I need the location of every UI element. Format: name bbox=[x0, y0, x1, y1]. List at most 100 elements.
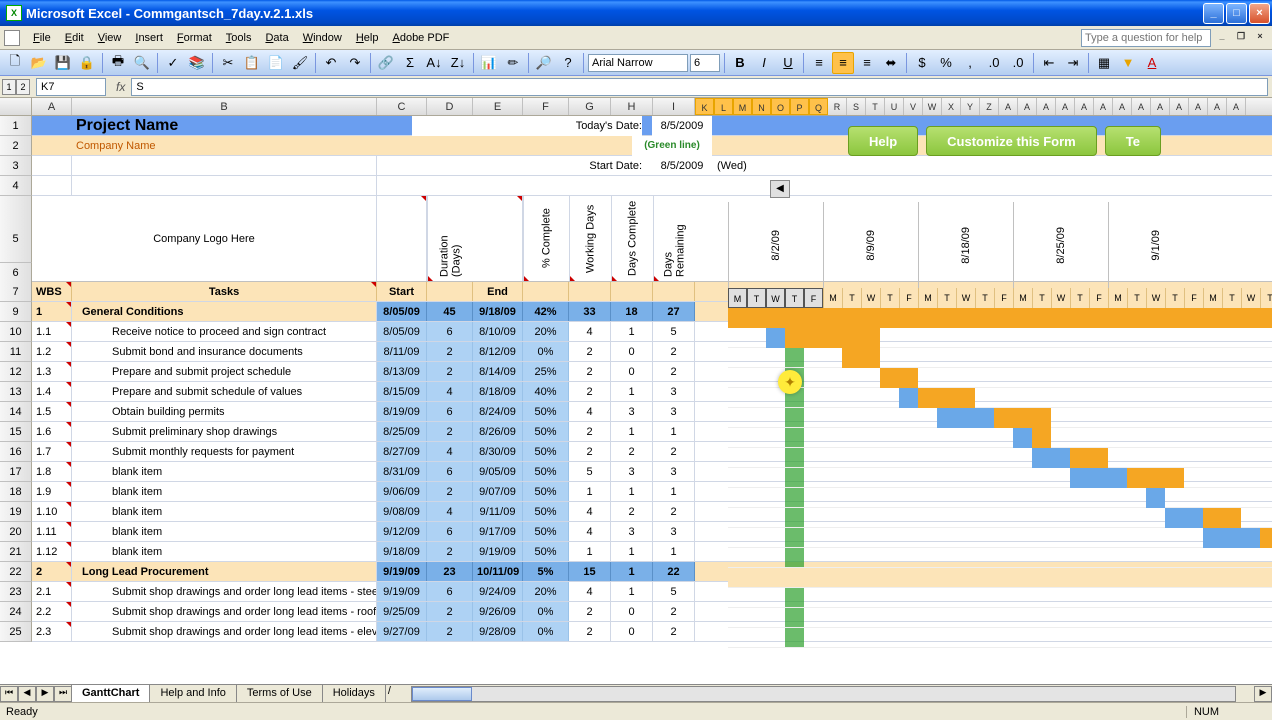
gantt-dow-cell[interactable]: M bbox=[1203, 288, 1222, 308]
gantt-dow-cell[interactable]: F bbox=[994, 288, 1013, 308]
outline-level-2[interactable]: 2 bbox=[16, 79, 30, 95]
gantt-dow-cell[interactable]: T bbox=[937, 288, 956, 308]
menu-window[interactable]: Window bbox=[296, 29, 349, 47]
col-header-C[interactable]: C bbox=[377, 98, 427, 115]
col-header-D[interactable]: D bbox=[427, 98, 473, 115]
horizontal-scrollbar[interactable] bbox=[411, 686, 1236, 702]
col-header-narrow-2[interactable]: M bbox=[733, 98, 752, 115]
col-header-I[interactable]: I bbox=[653, 98, 695, 115]
col-header-narrow-28[interactable]: A bbox=[1227, 98, 1246, 115]
redo-icon[interactable]: ↷ bbox=[344, 52, 366, 74]
underline-icon[interactable]: U bbox=[777, 52, 799, 74]
gantt-dow-cell[interactable]: F bbox=[1089, 288, 1108, 308]
col-header-E[interactable]: E bbox=[473, 98, 523, 115]
col-header-narrow-20[interactable]: A bbox=[1075, 98, 1094, 115]
row-header-9[interactable]: 9 bbox=[0, 302, 32, 322]
gantt-dow-cell[interactable]: T bbox=[747, 288, 766, 308]
undo-icon[interactable]: ↶ bbox=[320, 52, 342, 74]
col-header-narrow-9[interactable]: T bbox=[866, 98, 885, 115]
spelling-icon[interactable]: ✓ bbox=[162, 52, 184, 74]
col-header-narrow-13[interactable]: X bbox=[942, 98, 961, 115]
gantt-dow-cell[interactable]: W bbox=[861, 288, 880, 308]
start-date-value[interactable]: 8/5/2009 bbox=[652, 156, 712, 176]
bold-icon[interactable]: B bbox=[729, 52, 751, 74]
gantt-dow-cell[interactable]: F bbox=[899, 288, 918, 308]
col-header-narrow-19[interactable]: A bbox=[1056, 98, 1075, 115]
align-center-icon[interactable]: ≡ bbox=[832, 52, 854, 74]
grid-main[interactable]: Project Name Today's Date: 8/5/2009 Comp… bbox=[32, 116, 1272, 642]
gantt-dow-cell[interactable]: W bbox=[766, 288, 785, 308]
col-header-narrow-0[interactable]: K bbox=[695, 98, 714, 115]
row-header-12[interactable]: 12 bbox=[0, 362, 32, 382]
tab-nav-prev[interactable]: ◀ bbox=[18, 686, 36, 702]
sort-asc-icon[interactable]: A↓ bbox=[423, 52, 445, 74]
col-header-H[interactable]: H bbox=[611, 98, 653, 115]
gantt-dow-cell[interactable]: T bbox=[1222, 288, 1241, 308]
save-icon[interactable]: 💾 bbox=[52, 52, 74, 74]
gantt-dow-cell[interactable]: M bbox=[1108, 288, 1127, 308]
gantt-dow-cell[interactable]: T bbox=[785, 288, 804, 308]
col-header-B[interactable]: B bbox=[72, 98, 377, 115]
currency-icon[interactable]: $ bbox=[911, 52, 933, 74]
decrease-indent-icon[interactable]: ⇤ bbox=[1038, 52, 1060, 74]
col-header-narrow-17[interactable]: A bbox=[1018, 98, 1037, 115]
row-header-25[interactable]: 25 bbox=[0, 622, 32, 642]
row-header-3[interactable]: 3 bbox=[0, 156, 32, 176]
col-header-narrow-23[interactable]: A bbox=[1132, 98, 1151, 115]
increase-indent-icon[interactable]: ⇥ bbox=[1062, 52, 1084, 74]
menu-insert[interactable]: Insert bbox=[128, 29, 170, 47]
company-name-cell[interactable]: Company Name bbox=[72, 136, 377, 155]
fill-color-icon[interactable]: ▼ bbox=[1117, 52, 1139, 74]
col-header-narrow-10[interactable]: U bbox=[885, 98, 904, 115]
mdi-minimize-button[interactable]: _ bbox=[1214, 31, 1230, 45]
hyperlink-icon[interactable]: 🔗 bbox=[375, 52, 397, 74]
outline-level-1[interactable]: 1 bbox=[2, 79, 16, 95]
gantt-dow-cell[interactable]: W bbox=[956, 288, 975, 308]
col-header-narrow-26[interactable]: A bbox=[1189, 98, 1208, 115]
mdi-close-button[interactable]: × bbox=[1252, 31, 1268, 45]
col-header-narrow-16[interactable]: A bbox=[999, 98, 1018, 115]
gantt-dow-cell[interactable]: F bbox=[1184, 288, 1203, 308]
sort-desc-icon[interactable]: Z↓ bbox=[447, 52, 469, 74]
col-header-narrow-21[interactable]: A bbox=[1094, 98, 1113, 115]
menu-file[interactable]: File bbox=[26, 29, 58, 47]
sheet-tab-ganttchart[interactable]: GanttChart bbox=[71, 685, 150, 703]
gantt-dow-cell[interactable]: W bbox=[1146, 288, 1165, 308]
project-name-cell[interactable]: Project Name bbox=[72, 116, 377, 135]
gantt-dow-cell[interactable]: M bbox=[1013, 288, 1032, 308]
col-header-narrow-12[interactable]: W bbox=[923, 98, 942, 115]
menu-adobe-pdf[interactable]: Adobe PDF bbox=[385, 29, 456, 47]
col-header-narrow-8[interactable]: S bbox=[847, 98, 866, 115]
col-header-narrow-6[interactable]: Q bbox=[809, 98, 828, 115]
row-header-15[interactable]: 15 bbox=[0, 422, 32, 442]
row-header-6[interactable]: 6 bbox=[0, 262, 32, 282]
row-header-4[interactable]: 4 bbox=[0, 176, 32, 196]
formula-input[interactable] bbox=[131, 78, 1268, 96]
permission-icon[interactable]: 🔒 bbox=[76, 52, 98, 74]
font-name-select[interactable] bbox=[588, 54, 688, 72]
paste-icon[interactable]: 📄 bbox=[265, 52, 287, 74]
tab-nav-first[interactable]: ⏮ bbox=[0, 686, 18, 702]
increase-decimal-icon[interactable]: .0 bbox=[983, 52, 1005, 74]
todays-date-value[interactable]: 8/5/2009 bbox=[652, 116, 712, 136]
col-header-narrow-14[interactable]: Y bbox=[961, 98, 980, 115]
company-logo-cell[interactable]: Company Logo Here bbox=[32, 196, 377, 281]
align-right-icon[interactable]: ≡ bbox=[856, 52, 878, 74]
col-header-narrow-1[interactable]: L bbox=[714, 98, 733, 115]
tab-nav-next[interactable]: ▶ bbox=[36, 686, 54, 702]
zoom-icon[interactable]: 🔎 bbox=[533, 52, 555, 74]
scroll-thumb[interactable] bbox=[412, 687, 472, 701]
col-header-narrow-3[interactable]: N bbox=[752, 98, 771, 115]
format-painter-icon[interactable]: 🖌 bbox=[289, 52, 311, 74]
gantt-dow-cell[interactable]: T bbox=[880, 288, 899, 308]
menu-help[interactable]: Help bbox=[349, 29, 386, 47]
minimize-button[interactable]: _ bbox=[1203, 3, 1224, 24]
row-header-2[interactable]: 2 bbox=[0, 136, 32, 156]
help-icon[interactable]: ? bbox=[557, 52, 579, 74]
print-preview-icon[interactable]: 🔍 bbox=[131, 52, 153, 74]
col-header-narrow-15[interactable]: Z bbox=[980, 98, 999, 115]
gantt-dow-cell[interactable]: T bbox=[1070, 288, 1089, 308]
menu-format[interactable]: Format bbox=[170, 29, 219, 47]
customize-form-button[interactable]: Customize this Form bbox=[926, 126, 1097, 156]
row-header-20[interactable]: 20 bbox=[0, 522, 32, 542]
